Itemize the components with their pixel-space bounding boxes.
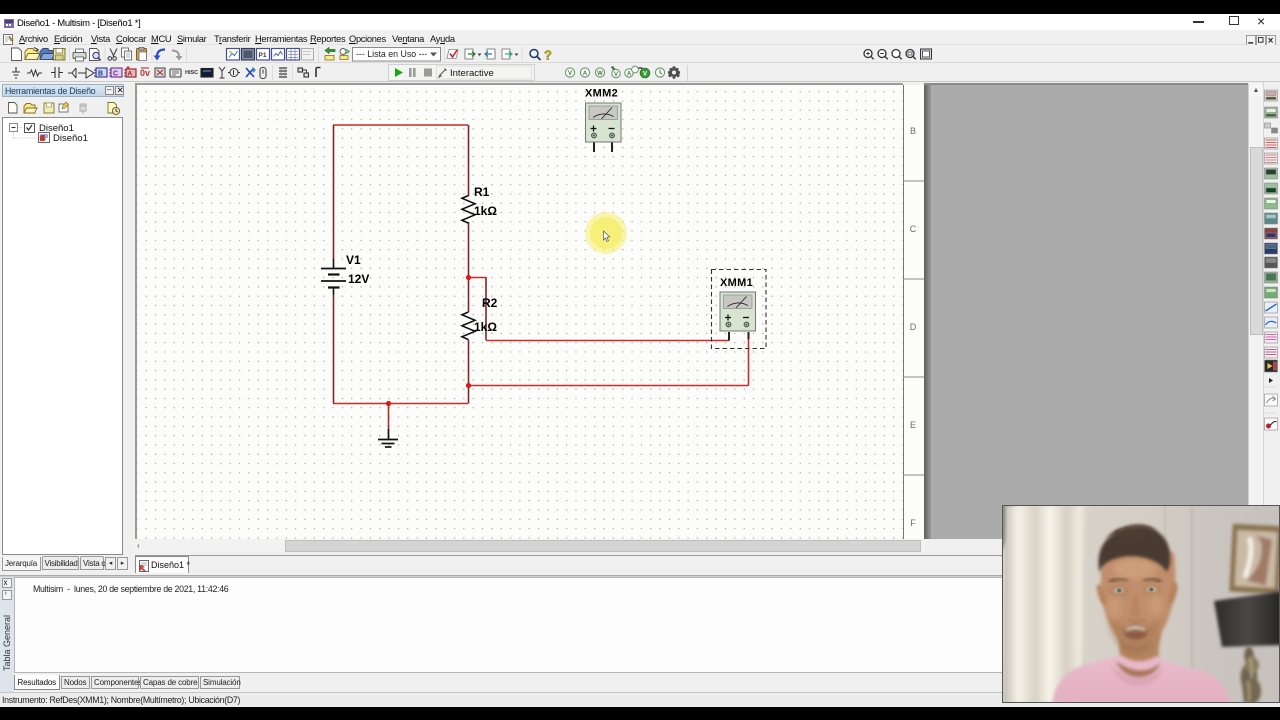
svg-text:P1: P1 bbox=[259, 52, 267, 59]
svg-text:D: D bbox=[910, 322, 917, 332]
svg-text:XMM2: XMM2 bbox=[585, 88, 618, 100]
svg-text:XMM1: XMM1 bbox=[720, 277, 753, 289]
svg-text:C: C bbox=[113, 71, 118, 78]
svg-text:B: B bbox=[910, 126, 916, 136]
svg-text:A: A bbox=[128, 71, 133, 78]
svg-text:?: ? bbox=[544, 48, 552, 63]
svg-text:W: W bbox=[597, 71, 603, 77]
svg-text:B: B bbox=[98, 71, 103, 78]
svg-text:V: V bbox=[643, 71, 647, 77]
svg-text:F: F bbox=[910, 518, 916, 528]
svg-text:1kΩ: 1kΩ bbox=[474, 204, 497, 218]
svg-text:V1: V1 bbox=[346, 253, 361, 267]
svg-text:A: A bbox=[627, 71, 632, 77]
svg-text:E: E bbox=[910, 420, 916, 430]
svg-text:V: V bbox=[568, 71, 572, 77]
svg-text:Interactive: Interactive bbox=[450, 68, 494, 79]
svg-text:R1: R1 bbox=[474, 185, 490, 199]
svg-text:A: A bbox=[583, 71, 588, 77]
svg-text:0v: 0v bbox=[140, 68, 150, 78]
svg-text:1kΩ: 1kΩ bbox=[474, 320, 497, 334]
svg-text:--- Lista en Uso ---: --- Lista en Uso --- bbox=[356, 49, 427, 59]
svg-text:R2: R2 bbox=[482, 296, 498, 310]
svg-text:HISC: HISC bbox=[185, 70, 198, 76]
svg-text:C: C bbox=[910, 224, 917, 234]
svg-text:12V: 12V bbox=[348, 272, 369, 286]
svg-text:V: V bbox=[614, 72, 618, 78]
